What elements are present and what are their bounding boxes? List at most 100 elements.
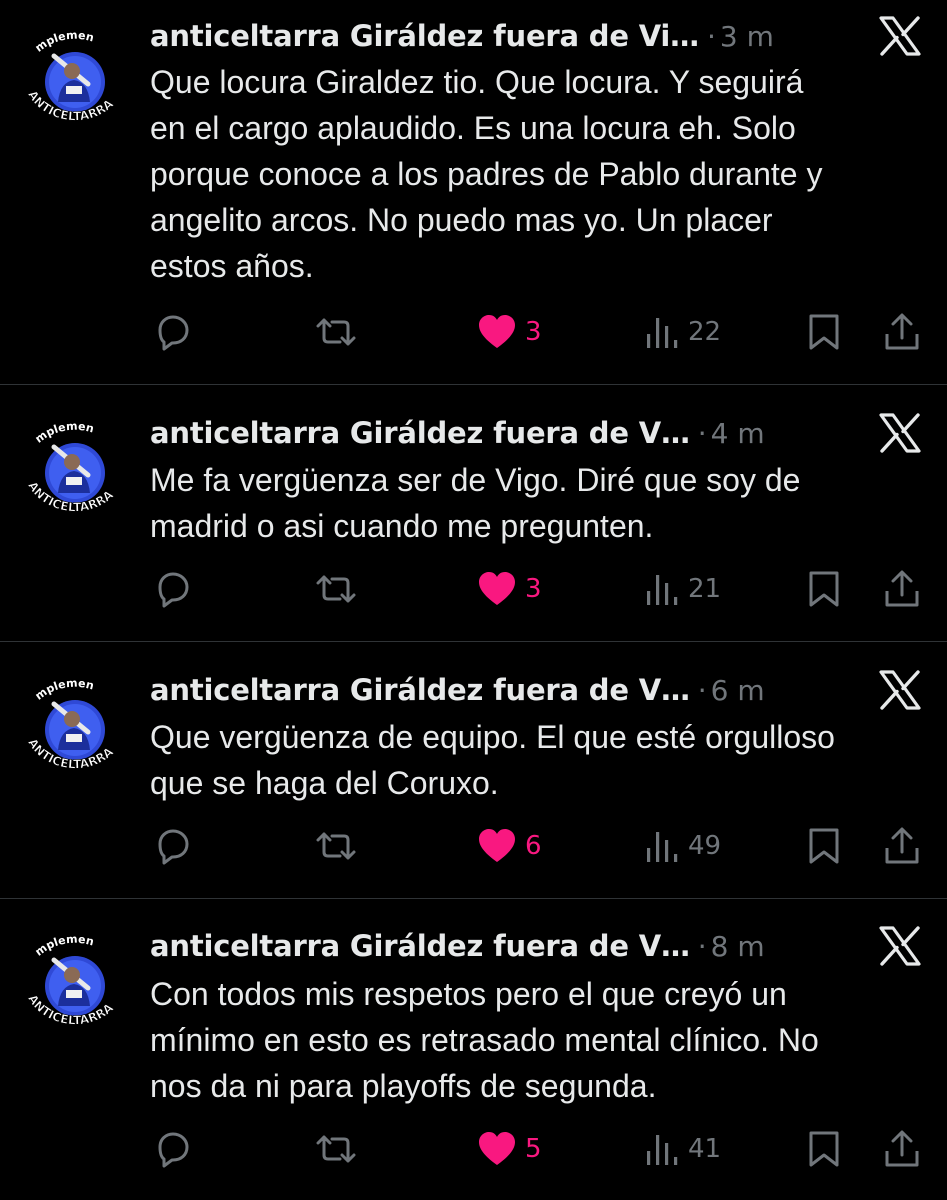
bookmark-icon (806, 826, 842, 866)
retweet-icon (314, 312, 358, 352)
reply-icon (152, 1129, 192, 1169)
retweet-button[interactable] (314, 569, 358, 609)
heart-icon (477, 312, 517, 352)
action-bar: 6 49 (0, 826, 947, 866)
views-count: 49 (688, 831, 722, 861)
views-button[interactable]: 41 (644, 1129, 721, 1169)
bookmark-icon (806, 569, 842, 609)
retweet-button[interactable] (314, 826, 358, 866)
tweet[interactable]: mplemen ANTICELTARRA anticeltarra Giráld… (0, 411, 947, 641)
timestamp[interactable]: 4 m (711, 417, 765, 450)
reply-icon (152, 826, 192, 866)
heart-icon (477, 569, 517, 609)
action-bar: 5 41 (0, 1129, 947, 1169)
views-button[interactable]: 22 (644, 312, 721, 352)
tweet[interactable]: mplemen ANTICELTARRA anticeltarra Giráld… (0, 924, 947, 1200)
tweet[interactable]: mplemen ANTICELTARRA anticeltarra Giráld… (0, 14, 947, 384)
heart-icon (477, 1129, 517, 1169)
action-bar: 3 21 (0, 569, 947, 609)
text-line: Con todos mis respetos pero el que creyó… (150, 976, 787, 1012)
tweet-header: anticeltarra Giráldez fuera de V… · 8 m (150, 924, 765, 968)
text-line: que se haga del Coruxo. (150, 765, 499, 801)
author-name[interactable]: anticeltarra Giráldez fuera de V… (150, 416, 690, 450)
avatar[interactable]: mplemen ANTICELTARRA (24, 28, 126, 130)
like-button[interactable]: 3 (477, 569, 542, 609)
avatar[interactable]: mplemen ANTICELTARRA (24, 932, 126, 1034)
separator-dot: · (697, 673, 707, 707)
reply-button[interactable] (152, 1129, 192, 1169)
action-bar: 3 22 (0, 312, 947, 352)
text-line: Que locura Giraldez tio. Que locura. Y s… (150, 64, 804, 100)
x-logo-icon (878, 926, 922, 966)
views-count: 21 (688, 574, 722, 604)
views-count: 41 (688, 1134, 722, 1164)
divider (0, 898, 947, 899)
tweet-header: anticeltarra Giráldez fuera de V… · 4 m (150, 411, 765, 455)
like-button[interactable]: 3 (477, 312, 542, 352)
share-icon (882, 1129, 922, 1169)
separator-dot: · (697, 416, 707, 450)
author-name[interactable]: anticeltarra Giráldez fuera de V… (150, 673, 690, 707)
text-line: estos años. (150, 248, 314, 284)
bookmark-icon (806, 312, 842, 352)
views-button[interactable]: 49 (644, 826, 721, 866)
like-count: 6 (525, 831, 542, 861)
author-name[interactable]: anticeltarra Giráldez fuera de Vi… (150, 19, 699, 53)
views-icon (644, 312, 680, 352)
like-count: 3 (525, 317, 542, 347)
retweet-button[interactable] (314, 312, 358, 352)
reply-button[interactable] (152, 569, 192, 609)
retweet-icon (314, 569, 358, 609)
retweet-icon (314, 1129, 358, 1169)
like-button[interactable]: 6 (477, 826, 542, 866)
tweet-text[interactable]: Me fa vergüenza ser de Vigo. Diré que so… (150, 457, 920, 549)
reply-button[interactable] (152, 826, 192, 866)
x-logo-icon (878, 413, 922, 453)
tweet-text[interactable]: Con todos mis respetos pero el que creyó… (150, 971, 920, 1109)
tweet[interactable]: mplemen ANTICELTARRA anticeltarra Giráld… (0, 668, 947, 898)
text-line: angelito arcos. No puedo mas yo. Un plac… (150, 202, 773, 238)
timestamp[interactable]: 6 m (711, 674, 765, 707)
reply-icon (152, 569, 192, 609)
like-count: 5 (525, 1134, 542, 1164)
author-name[interactable]: anticeltarra Giráldez fuera de V… (150, 929, 690, 963)
share-icon (882, 826, 922, 866)
reply-button[interactable] (152, 312, 192, 352)
tweet-header: anticeltarra Giráldez fuera de Vi… · 3 m (150, 14, 774, 58)
timestamp[interactable]: 8 m (711, 930, 765, 963)
bookmark-button[interactable] (806, 569, 842, 609)
text-line: Que vergüenza de equipo. El que esté org… (150, 719, 835, 755)
text-line: en el cargo aplaudido. Es una locura eh.… (150, 110, 796, 146)
retweet-button[interactable] (314, 1129, 358, 1169)
separator-dot: · (697, 929, 707, 963)
text-line: nos da ni para playoffs de segunda. (150, 1068, 657, 1104)
bookmark-icon (806, 1129, 842, 1169)
tweet-text[interactable]: Que locura Giraldez tio. Que locura. Y s… (150, 59, 920, 289)
share-button[interactable] (882, 826, 922, 866)
avatar[interactable]: mplemen ANTICELTARRA (24, 419, 126, 521)
bookmark-button[interactable] (806, 312, 842, 352)
retweet-icon (314, 826, 358, 866)
share-button[interactable] (882, 312, 922, 352)
share-button[interactable] (882, 1129, 922, 1169)
share-icon (882, 569, 922, 609)
views-icon (644, 569, 680, 609)
x-logo-icon (878, 670, 922, 710)
views-button[interactable]: 21 (644, 569, 721, 609)
heart-icon (477, 826, 517, 866)
x-logo-icon (878, 16, 922, 56)
like-button[interactable]: 5 (477, 1129, 542, 1169)
bookmark-button[interactable] (806, 1129, 842, 1169)
timestamp[interactable]: 3 m (720, 20, 774, 53)
divider (0, 641, 947, 642)
text-line: mínimo en esto es retrasado mental clíni… (150, 1022, 819, 1058)
tweet-header: anticeltarra Giráldez fuera de V… · 6 m (150, 668, 765, 712)
like-count: 3 (525, 574, 542, 604)
bookmark-button[interactable] (806, 826, 842, 866)
avatar[interactable]: mplemen ANTICELTARRA (24, 676, 126, 778)
share-button[interactable] (882, 569, 922, 609)
text-line: madrid o asi cuando me pregunten. (150, 508, 654, 544)
separator-dot: · (706, 19, 716, 53)
reply-icon (152, 312, 192, 352)
tweet-text[interactable]: Que vergüenza de equipo. El que esté org… (150, 714, 920, 806)
